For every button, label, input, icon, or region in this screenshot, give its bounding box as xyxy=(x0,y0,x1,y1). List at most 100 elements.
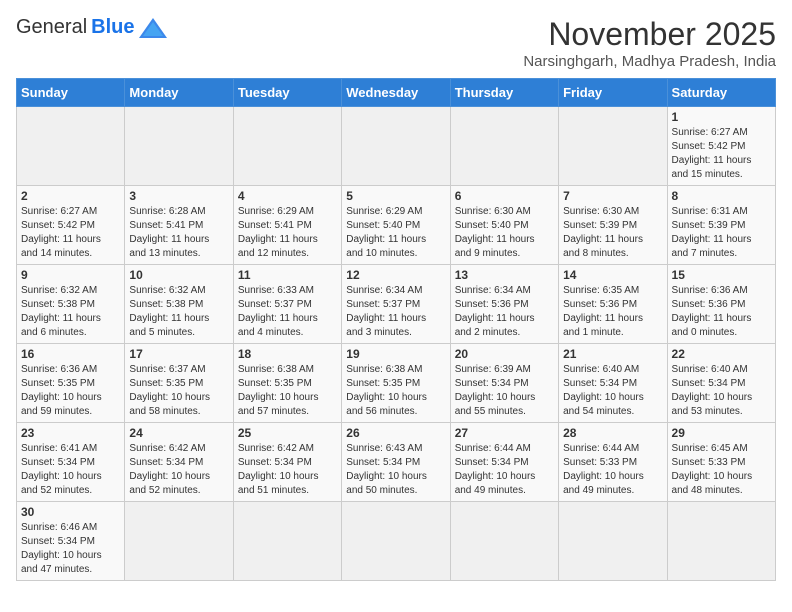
calendar-cell: 19 Sunrise: 6:38 AM Sunset: 5:35 PM Dayli… xyxy=(342,344,450,423)
week-row-3: 9 Sunrise: 6:32 AM Sunset: 5:38 PM Daylig… xyxy=(17,265,776,344)
calendar-cell xyxy=(342,107,450,186)
logo-blue-text: Blue xyxy=(91,16,134,39)
day-number: 28 xyxy=(563,426,662,440)
calendar-cell: 10 Sunrise: 6:32 AM Sunset: 5:38 PM Dayli… xyxy=(125,265,233,344)
day-info: Sunrise: 6:42 AM Sunset: 5:34 PM Dayligh… xyxy=(238,442,337,498)
logo-general-text: General xyxy=(16,16,87,39)
day-info: Sunrise: 6:35 AM Sunset: 5:36 PM Dayligh… xyxy=(563,284,662,340)
calendar-cell: 9Sunrise: 6:32 AM Sunset: 5:38 PM Daylig… xyxy=(17,265,125,344)
day-number: 8 xyxy=(672,189,771,203)
day-info: Sunrise: 6:38 AM Sunset: 5:35 PM Dayligh… xyxy=(346,363,445,419)
day-number: 3 xyxy=(129,189,228,203)
day-number: 19 xyxy=(346,347,445,361)
day-number: 9 xyxy=(21,268,120,282)
month-title: November 2025 xyxy=(523,16,776,53)
calendar-cell: 27 Sunrise: 6:44 AM Sunset: 5:34 PM Dayli… xyxy=(450,423,558,502)
day-info: Sunrise: 6:46 AM Sunset: 5:34 PM Dayligh… xyxy=(21,521,120,577)
calendar-cell xyxy=(450,502,558,581)
day-number: 25 xyxy=(238,426,337,440)
day-number: 6 xyxy=(455,189,554,203)
day-info: Sunrise: 6:32 AM Sunset: 5:38 PM Dayligh… xyxy=(129,284,228,340)
day-number: 11 xyxy=(238,268,337,282)
logo: General Blue xyxy=(16,16,167,39)
calendar-cell: 11 Sunrise: 6:33 AM Sunset: 5:37 PM Dayli… xyxy=(233,265,341,344)
day-info: Sunrise: 6:42 AM Sunset: 5:34 PM Dayligh… xyxy=(129,442,228,498)
calendar-cell: 20 Sunrise: 6:39 AM Sunset: 5:34 PM Dayli… xyxy=(450,344,558,423)
weekday-header-saturday: Saturday xyxy=(667,79,775,107)
calendar-cell xyxy=(125,107,233,186)
calendar-cell: 13 Sunrise: 6:34 AM Sunset: 5:36 PM Dayli… xyxy=(450,265,558,344)
day-info: Sunrise: 6:41 AM Sunset: 5:34 PM Dayligh… xyxy=(21,442,120,498)
calendar-cell: 2Sunrise: 6:27 AM Sunset: 5:42 PM Daylig… xyxy=(17,186,125,265)
header: General Blue November 2025 Narsinghgarh,… xyxy=(16,16,776,70)
week-row-6: 30 Sunrise: 6:46 AM Sunset: 5:34 PM Dayli… xyxy=(17,502,776,581)
day-number: 1 xyxy=(672,110,771,124)
calendar-cell: 24 Sunrise: 6:42 AM Sunset: 5:34 PM Dayli… xyxy=(125,423,233,502)
day-number: 16 xyxy=(21,347,120,361)
week-row-4: 16Sunrise: 6:36 AM Sunset: 5:35 PM Dayli… xyxy=(17,344,776,423)
day-info: Sunrise: 6:44 AM Sunset: 5:34 PM Dayligh… xyxy=(455,442,554,498)
calendar-cell: 4Sunrise: 6:29 AM Sunset: 5:41 PM Daylig… xyxy=(233,186,341,265)
day-number: 26 xyxy=(346,426,445,440)
day-info: Sunrise: 6:29 AM Sunset: 5:40 PM Dayligh… xyxy=(346,205,445,261)
day-info: Sunrise: 6:33 AM Sunset: 5:37 PM Dayligh… xyxy=(238,284,337,340)
day-number: 14 xyxy=(563,268,662,282)
day-number: 24 xyxy=(129,426,228,440)
day-number: 12 xyxy=(346,268,445,282)
day-info: Sunrise: 6:36 AM Sunset: 5:36 PM Dayligh… xyxy=(672,284,771,340)
day-number: 13 xyxy=(455,268,554,282)
week-row-2: 2Sunrise: 6:27 AM Sunset: 5:42 PM Daylig… xyxy=(17,186,776,265)
location-title: Narsinghgarh, Madhya Pradesh, India xyxy=(523,53,776,70)
day-info: Sunrise: 6:44 AM Sunset: 5:33 PM Dayligh… xyxy=(563,442,662,498)
calendar-cell: 6 Sunrise: 6:30 AM Sunset: 5:40 PM Daylig… xyxy=(450,186,558,265)
day-number: 20 xyxy=(455,347,554,361)
calendar-cell xyxy=(450,107,558,186)
calendar-cell: 12 Sunrise: 6:34 AM Sunset: 5:37 PM Dayli… xyxy=(342,265,450,344)
calendar: SundayMondayTuesdayWednesdayThursdayFrid… xyxy=(16,78,776,581)
calendar-cell: 8 Sunrise: 6:31 AM Sunset: 5:39 PM Daylig… xyxy=(667,186,775,265)
day-number: 2 xyxy=(21,189,120,203)
week-row-5: 23 Sunrise: 6:41 AM Sunset: 5:34 PM Dayli… xyxy=(17,423,776,502)
day-info: Sunrise: 6:38 AM Sunset: 5:35 PM Dayligh… xyxy=(238,363,337,419)
day-number: 29 xyxy=(672,426,771,440)
day-number: 23 xyxy=(21,426,120,440)
day-info: Sunrise: 6:30 AM Sunset: 5:40 PM Dayligh… xyxy=(455,205,554,261)
day-info: Sunrise: 6:40 AM Sunset: 5:34 PM Dayligh… xyxy=(672,363,771,419)
day-info: Sunrise: 6:34 AM Sunset: 5:36 PM Dayligh… xyxy=(455,284,554,340)
day-number: 15 xyxy=(672,268,771,282)
day-info: Sunrise: 6:29 AM Sunset: 5:41 PM Dayligh… xyxy=(238,205,337,261)
weekday-header-wednesday: Wednesday xyxy=(342,79,450,107)
day-info: Sunrise: 6:43 AM Sunset: 5:34 PM Dayligh… xyxy=(346,442,445,498)
calendar-cell xyxy=(233,502,341,581)
calendar-cell xyxy=(233,107,341,186)
day-info: Sunrise: 6:31 AM Sunset: 5:39 PM Dayligh… xyxy=(672,205,771,261)
day-number: 30 xyxy=(21,505,120,519)
calendar-cell: 29 Sunrise: 6:45 AM Sunset: 5:33 PM Dayli… xyxy=(667,423,775,502)
calendar-cell: 14 Sunrise: 6:35 AM Sunset: 5:36 PM Dayli… xyxy=(559,265,667,344)
day-number: 10 xyxy=(129,268,228,282)
day-info: Sunrise: 6:34 AM Sunset: 5:37 PM Dayligh… xyxy=(346,284,445,340)
weekday-header-monday: Monday xyxy=(125,79,233,107)
day-info: Sunrise: 6:45 AM Sunset: 5:33 PM Dayligh… xyxy=(672,442,771,498)
weekday-header-sunday: Sunday xyxy=(17,79,125,107)
calendar-cell xyxy=(125,502,233,581)
calendar-cell xyxy=(17,107,125,186)
calendar-cell xyxy=(559,107,667,186)
calendar-cell: 17Sunrise: 6:37 AM Sunset: 5:35 PM Dayli… xyxy=(125,344,233,423)
calendar-cell: 26 Sunrise: 6:43 AM Sunset: 5:34 PM Dayli… xyxy=(342,423,450,502)
day-number: 21 xyxy=(563,347,662,361)
day-info: Sunrise: 6:27 AM Sunset: 5:42 PM Dayligh… xyxy=(672,126,771,182)
weekday-header-friday: Friday xyxy=(559,79,667,107)
calendar-cell: 23 Sunrise: 6:41 AM Sunset: 5:34 PM Dayli… xyxy=(17,423,125,502)
title-area: November 2025 Narsinghgarh, Madhya Prade… xyxy=(523,16,776,70)
day-number: 27 xyxy=(455,426,554,440)
day-number: 18 xyxy=(238,347,337,361)
calendar-cell: 21 Sunrise: 6:40 AM Sunset: 5:34 PM Dayli… xyxy=(559,344,667,423)
day-info: Sunrise: 6:40 AM Sunset: 5:34 PM Dayligh… xyxy=(563,363,662,419)
logo-icon xyxy=(139,18,167,38)
calendar-cell: 16Sunrise: 6:36 AM Sunset: 5:35 PM Dayli… xyxy=(17,344,125,423)
day-info: Sunrise: 6:39 AM Sunset: 5:34 PM Dayligh… xyxy=(455,363,554,419)
day-number: 22 xyxy=(672,347,771,361)
calendar-cell xyxy=(342,502,450,581)
calendar-cell: 1 Sunrise: 6:27 AM Sunset: 5:42 PM Daylig… xyxy=(667,107,775,186)
